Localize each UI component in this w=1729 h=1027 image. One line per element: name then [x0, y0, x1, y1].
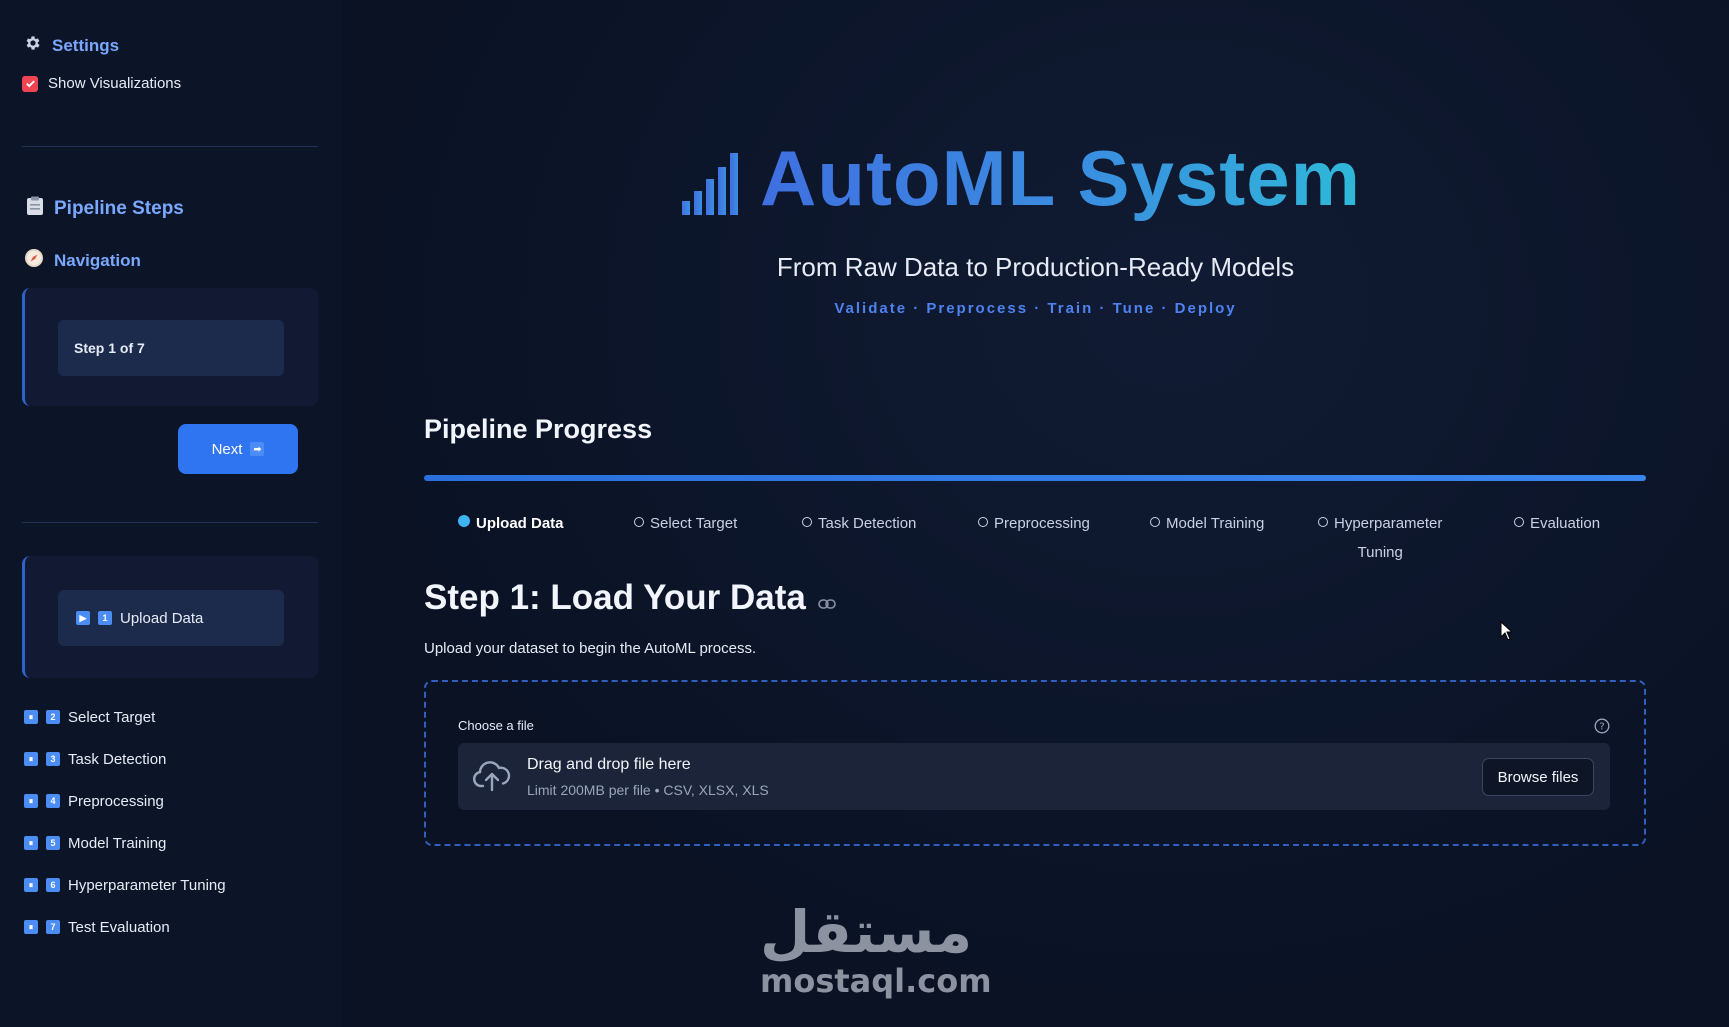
stage-dot-icon	[1318, 517, 1328, 527]
pause-icon: ⏸	[24, 920, 38, 934]
sidebar-step-label: Select Target	[68, 708, 156, 726]
sidebar-step-task-detection[interactable]: ⏸ 3 Task Detection	[24, 738, 226, 780]
step-title-text: Step 1: Load Your Data	[424, 578, 806, 617]
sidebar-step-test-evaluation[interactable]: ⏸ 7 Test Evaluation	[24, 906, 226, 948]
watermark-arabic: مستقل	[760, 898, 973, 966]
cloud-upload-icon	[472, 760, 511, 797]
pipeline-progress-heading: Pipeline Progress	[424, 414, 653, 444]
next-button-label: Next	[211, 440, 243, 458]
stage-label-line2: Tuning	[1357, 544, 1403, 561]
browse-files-button[interactable]: Browse files	[1482, 758, 1594, 796]
sidebar: Settings Show Visualizations Pipeline St…	[0, 0, 343, 1027]
app-title: AutoML System	[680, 134, 1361, 222]
settings-label: Settings	[52, 35, 120, 55]
sidebar-step-list: ⏸ 2 Select Target ⏸ 3 Task Detection ⏸ 4…	[24, 696, 226, 948]
step-title: Step 1: Load Your Data	[424, 578, 836, 618]
stage-label: Preprocessing	[994, 515, 1090, 532]
sidebar-step-label: Hyperparameter Tuning	[68, 876, 226, 894]
stage-dot-icon	[634, 517, 644, 527]
step-number-badge: 6	[46, 878, 60, 892]
step-indicator: Step 1 of 7	[58, 320, 284, 376]
stage-preprocessing: Preprocessing	[978, 509, 1090, 538]
sidebar-step-hyperparameter-tuning[interactable]: ⏸ 6 Hyperparameter Tuning	[24, 864, 226, 906]
watermark-logo: مستقل mostaql.com	[760, 898, 992, 1000]
stage-model-training: Model Training	[1150, 509, 1264, 538]
stage-label: Task Detection	[818, 515, 917, 532]
settings-header: Settings	[24, 34, 119, 57]
stage-label: Hyperparameter	[1334, 515, 1443, 532]
app-title-text: AutoML System	[760, 134, 1361, 222]
checkbox-checked-icon[interactable]	[22, 75, 38, 92]
divider	[22, 146, 318, 147]
show-visualizations-label[interactable]: Show Visualizations	[48, 75, 181, 92]
pause-icon: ⏸	[24, 878, 38, 892]
gear-icon	[24, 34, 42, 57]
stage-dot-icon	[802, 517, 812, 527]
stage-dot-icon	[458, 515, 470, 527]
stage-hyperparameter-tuning: Hyperparameter Tuning	[1318, 509, 1442, 567]
stage-label: Select Target	[650, 515, 738, 532]
arrow-right-icon: ➡	[250, 442, 265, 456]
step-number-badge: 1	[98, 611, 112, 625]
pipeline-progress-bar	[424, 475, 1646, 481]
stage-dot-icon	[978, 517, 988, 527]
pipeline-progress-fill	[424, 475, 1646, 481]
step-number-badge: 2	[46, 710, 60, 724]
subtitle: From Raw Data to Production-Ready Models	[776, 252, 1295, 282]
sidebar-step-select-target[interactable]: ⏸ 2 Select Target	[24, 696, 226, 738]
link-icon[interactable]	[818, 578, 836, 618]
play-icon: ▶	[76, 611, 90, 625]
pipeline-steps-label: Pipeline Steps	[54, 197, 184, 219]
mouse-cursor-icon	[1500, 620, 1514, 646]
step-number-badge: 7	[46, 920, 60, 934]
next-button[interactable]: Next ➡	[178, 424, 298, 474]
stage-evaluation: Evaluation	[1514, 509, 1600, 538]
show-visualizations-toggle[interactable]: Show Visualizations	[22, 75, 181, 92]
pause-icon: ⏸	[24, 836, 38, 850]
step-description: Upload your dataset to begin the AutoML …	[424, 640, 757, 657]
compass-icon	[24, 248, 44, 273]
sidebar-step-label: Preprocessing	[68, 792, 164, 810]
stage-label: Model Training	[1166, 515, 1265, 532]
watermark-latin: mostaql.com	[760, 962, 992, 1000]
file-dropzone[interactable]	[458, 743, 1610, 810]
sidebar-step-preprocessing[interactable]: ⏸ 4 Preprocessing	[24, 780, 226, 822]
sidebar-step-label: Model Training	[68, 834, 167, 852]
pause-icon: ⏸	[24, 710, 38, 724]
sidebar-step-label: Upload Data	[120, 609, 204, 627]
pause-icon: ⏸	[24, 794, 38, 808]
file-uploader-label: Choose a file	[458, 718, 534, 733]
step-number-badge: 3	[46, 752, 60, 766]
sidebar-step-model-training[interactable]: ⏸ 5 Model Training	[24, 822, 226, 864]
tagline: Validate · Preprocess · Train · Tune · D…	[834, 300, 1237, 317]
sidebar-step-label: Task Detection	[68, 750, 167, 768]
dropzone-limit-text: Limit 200MB per file • CSV, XLSX, XLS	[527, 782, 769, 798]
step-number-badge: 4	[46, 794, 60, 808]
navigation-header: Navigation	[24, 248, 141, 273]
svg-text:?: ?	[1599, 722, 1604, 733]
stage-dot-icon	[1150, 517, 1160, 527]
divider	[22, 522, 318, 523]
stage-select-target: Select Target	[634, 509, 737, 538]
pipeline-steps-header: Pipeline Steps	[26, 196, 184, 221]
clipboard-icon	[26, 196, 44, 221]
step-number-badge: 5	[46, 836, 60, 850]
sidebar-step-label: Test Evaluation	[68, 918, 170, 936]
sidebar-step-upload-data[interactable]: ▶ 1 Upload Data	[58, 590, 284, 646]
stage-upload-data: Upload Data	[458, 509, 564, 538]
stage-label: Evaluation	[1530, 515, 1601, 532]
dropzone-title: Drag and drop file here	[527, 756, 691, 773]
stage-task-detection: Task Detection	[802, 509, 916, 538]
stage-label: Upload Data	[476, 515, 564, 532]
pause-icon: ⏸	[24, 752, 38, 766]
navigation-label: Navigation	[54, 250, 141, 270]
stage-dot-icon	[1514, 517, 1524, 527]
signal-bars-icon	[680, 151, 746, 222]
help-icon[interactable]: ?	[1594, 718, 1610, 739]
